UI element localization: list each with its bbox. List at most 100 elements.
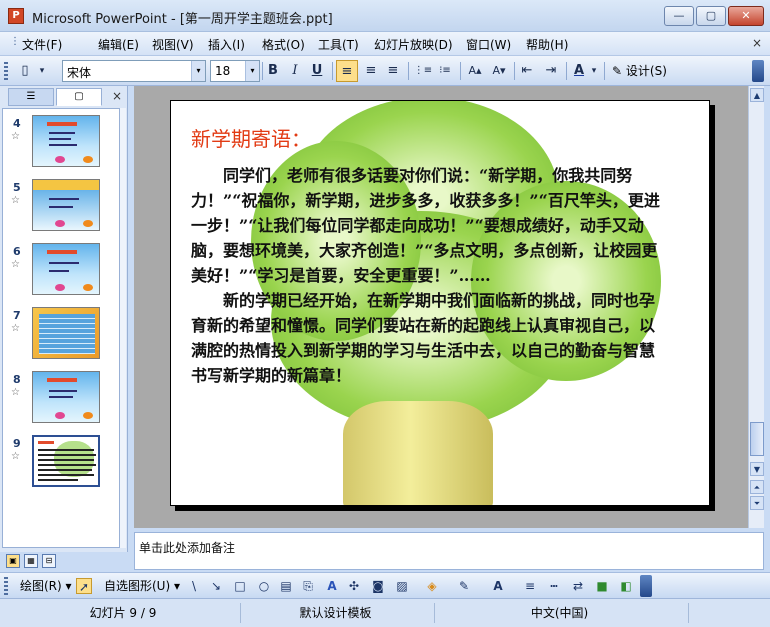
toolbar-grip[interactable]	[4, 577, 8, 595]
toolbar-separator	[604, 62, 605, 80]
font-color-icon[interactable]: A	[490, 578, 506, 594]
align-center-button[interactable]: ≡	[360, 60, 382, 82]
language-indicator[interactable]: 中文(中国)	[434, 603, 684, 623]
oval-icon[interactable]: ○	[256, 578, 272, 594]
pane-close-icon[interactable]: ×	[112, 89, 122, 103]
thumbnail-slide-4[interactable]: 4 ☆	[3, 113, 107, 175]
3d-style-icon[interactable]: ◧	[618, 578, 634, 594]
italic-button[interactable]: I	[284, 60, 306, 82]
arrow-icon[interactable]: ↘	[208, 578, 224, 594]
toolbar-options-end[interactable]	[640, 575, 652, 597]
align-right-button[interactable]: ≡	[382, 60, 404, 82]
line-icon[interactable]: \	[186, 578, 202, 594]
toolbar-options-end[interactable]	[752, 60, 764, 82]
menu-window[interactable]: 窗口(W)	[466, 36, 511, 53]
dash-style-icon[interactable]: ┅	[546, 578, 562, 594]
toolbar-grip[interactable]	[4, 62, 8, 80]
slide-sorter-view-icon[interactable]: ▦	[24, 554, 38, 568]
slide-body-text[interactable]: 同学们，老师有很多话要对你们说：“新学期，你我共同努力！”“祝福你，新学期，进步…	[191, 163, 661, 388]
close-button[interactable]: ✕	[728, 6, 764, 26]
next-slide-icon[interactable]: ⏷	[750, 496, 764, 510]
slide-editing-area[interactable]: 新学期寄语： 同学们，老师有很多话要对你们说：“新学期，你我共同努力！”“祝福你…	[134, 86, 748, 528]
animation-star-icon: ☆	[11, 323, 20, 334]
maximize-button[interactable]: ▢	[696, 6, 726, 26]
menu-insert[interactable]: 插入(I)	[208, 36, 245, 53]
slide-thumbnail-image-selected[interactable]	[32, 435, 100, 487]
thumbnail-scrollbar[interactable]	[120, 108, 126, 548]
design-template-name[interactable]: 默认设计模板	[240, 603, 430, 623]
arrow-style-icon[interactable]: ⇄	[570, 578, 586, 594]
align-left-button[interactable]: ≡	[336, 60, 358, 82]
line-style-icon[interactable]: ≡	[522, 578, 538, 594]
menu-help[interactable]: 帮助(H)	[526, 36, 568, 53]
thumbnail-slide-7[interactable]: 7 ☆	[3, 305, 107, 367]
textbox-icon[interactable]: ▤	[278, 578, 294, 594]
picture-icon[interactable]: ▨	[394, 578, 410, 594]
toolbar-options-icon[interactable]: ▾	[36, 60, 48, 82]
decrease-indent-button[interactable]: ⇤	[516, 60, 538, 82]
menu-file[interactable]: 文件(F)	[22, 36, 62, 53]
slide-thumbnail-image[interactable]	[32, 115, 100, 167]
thumbnail-slide-6[interactable]: 6 ☆	[3, 241, 107, 303]
font-name-combo[interactable]: 宋体 ▾	[62, 60, 206, 82]
powerpoint-app-icon[interactable]: P	[8, 8, 24, 24]
fill-color-icon[interactable]: ◈	[424, 578, 440, 594]
thumbnail-slide-8[interactable]: 8 ☆	[3, 369, 107, 431]
vertical-textbox-icon[interactable]: ⎘	[300, 578, 316, 594]
diagram-icon[interactable]: ✣	[346, 578, 362, 594]
slide-scrollbar[interactable]: ▲ ▼ ⏶ ⏷	[748, 86, 764, 528]
thumbnail-list[interactable]: 4 ☆ 5 ☆ 6 ☆ 7 ☆ 8 ☆ 9 ☆	[2, 108, 120, 548]
font-color-dropdown-icon[interactable]: ▾	[588, 60, 600, 82]
shadow-style-icon[interactable]: ■	[594, 578, 610, 594]
draw-menu-button[interactable]: 绘图(R) ▾	[20, 577, 72, 595]
shrink-font-button[interactable]: A▾	[488, 60, 510, 82]
tab-slides[interactable]: ▢	[56, 88, 102, 106]
menu-format[interactable]: 格式(O)	[262, 36, 305, 53]
slide-title[interactable]: 新学期寄语：	[191, 123, 311, 152]
design-button[interactable]: ✎ 设计(S)	[608, 60, 671, 82]
menu-tools[interactable]: 工具(T)	[318, 36, 359, 53]
scroll-down-icon[interactable]: ▼	[750, 462, 764, 476]
slide-thumbnail-image[interactable]	[32, 179, 100, 231]
title-bar: P Microsoft PowerPoint - [第一周开学主题班会.ppt]…	[0, 0, 770, 32]
toolbar-separator	[460, 62, 461, 80]
tab-outline[interactable]: ☰	[8, 88, 54, 106]
menu-edit[interactable]: 编辑(E)	[98, 36, 139, 53]
font-color-button[interactable]: A	[568, 60, 590, 82]
numbered-list-button[interactable]: ⋮≡	[412, 60, 434, 82]
scroll-thumb[interactable]	[750, 422, 764, 456]
tree-trunk-image	[343, 401, 493, 505]
menu-view[interactable]: 视图(V)	[152, 36, 194, 53]
select-pointer-icon[interactable]: ➚	[76, 578, 92, 594]
document-close-icon[interactable]: ×	[752, 36, 762, 50]
slide-thumbnail-image[interactable]	[32, 307, 100, 359]
grow-font-button[interactable]: A▴	[464, 60, 486, 82]
slide-number: 5	[13, 181, 21, 194]
notes-pane[interactable]: 单击此处添加备注	[134, 532, 764, 570]
wordart-icon[interactable]: A	[324, 578, 340, 594]
previous-slide-icon[interactable]: ⏶	[750, 480, 764, 494]
increase-indent-button[interactable]: ⇥	[540, 60, 562, 82]
bold-button[interactable]: B	[262, 60, 284, 82]
clipart-icon[interactable]: ◙	[370, 578, 386, 594]
chevron-down-icon[interactable]: ▾	[191, 61, 205, 81]
slide-indicator: 幻灯片 9 / 9	[89, 606, 157, 620]
normal-view-icon[interactable]: ▣	[6, 554, 20, 568]
current-slide[interactable]: 新学期寄语： 同学们，老师有很多话要对你们说：“新学期，你我共同努力！”“祝福你…	[170, 100, 710, 506]
slide-thumbnail-image[interactable]	[32, 371, 100, 423]
scroll-up-icon[interactable]: ▲	[750, 88, 764, 102]
line-color-icon[interactable]: ✎	[456, 578, 472, 594]
new-document-icon[interactable]: ▯	[14, 60, 36, 82]
underline-button[interactable]: U	[306, 60, 328, 82]
thumbnail-slide-5[interactable]: 5 ☆	[3, 177, 107, 239]
slideshow-view-icon[interactable]: ⊟	[42, 554, 56, 568]
chevron-down-icon[interactable]: ▾	[245, 61, 259, 81]
slide-thumbnail-image[interactable]	[32, 243, 100, 295]
font-size-combo[interactable]: 18 ▾	[210, 60, 260, 82]
rectangle-icon[interactable]: □	[232, 578, 248, 594]
thumbnail-slide-9[interactable]: 9 ☆	[3, 433, 107, 495]
minimize-button[interactable]: —	[664, 6, 694, 26]
bullet-list-button[interactable]: ⁝≡	[434, 60, 456, 82]
menu-slideshow[interactable]: 幻灯片放映(D)	[374, 36, 453, 53]
autoshapes-button[interactable]: 自选图形(U) ▾	[104, 577, 180, 595]
